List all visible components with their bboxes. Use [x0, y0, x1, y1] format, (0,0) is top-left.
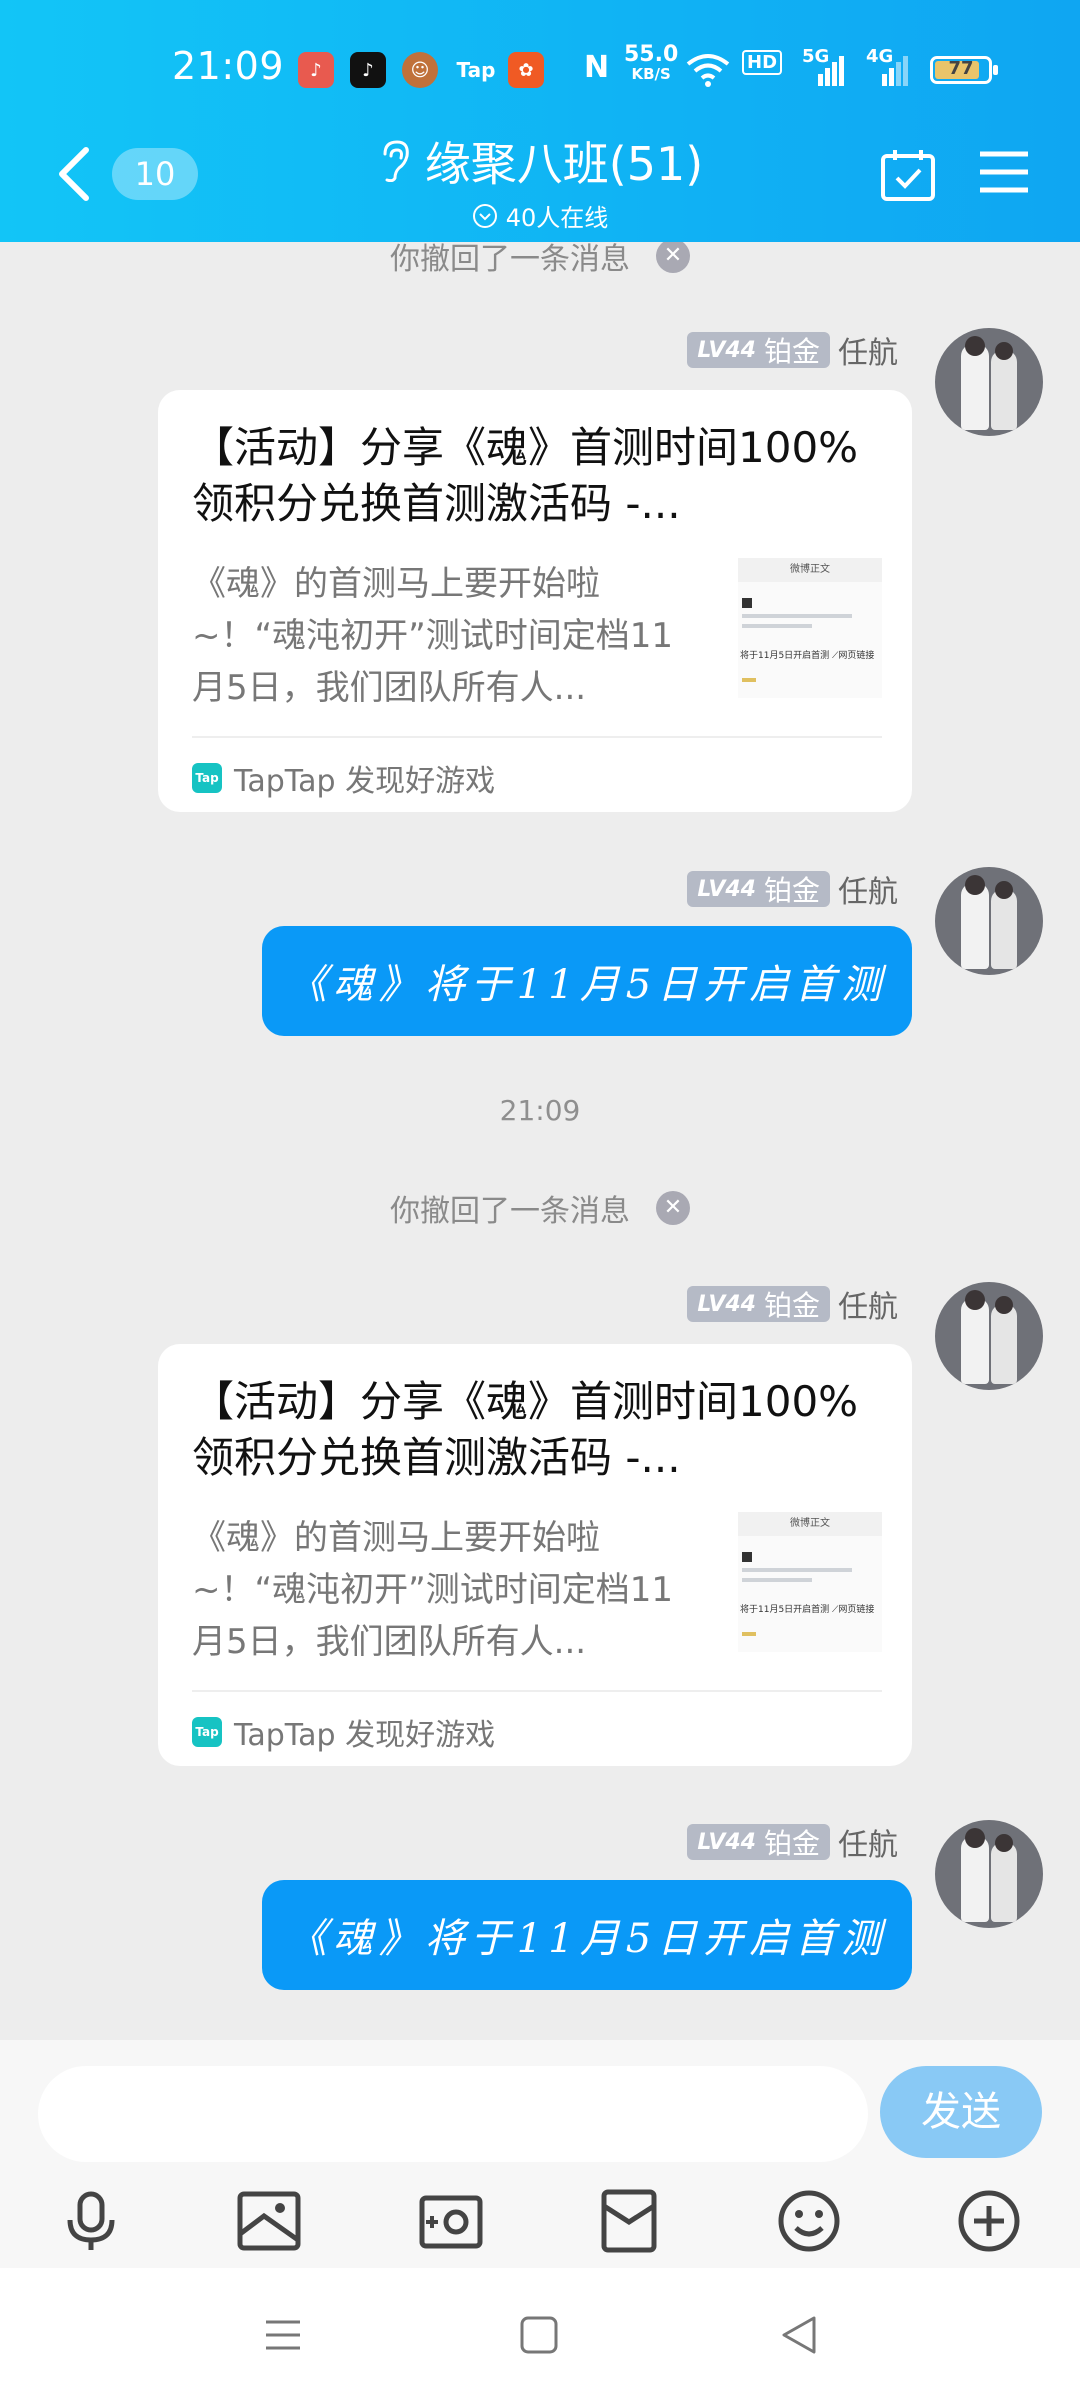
red-packet-icon[interactable]: [596, 2188, 662, 2254]
emoji-icon[interactable]: [776, 2188, 842, 2254]
status-bar: 21:09 ♪ ♪ ☺ Tap ✿ N 55.0 KB/S HD 5G 4G 7…: [0, 38, 1080, 108]
card-source: Tap TapTap 发现好游戏: [192, 756, 495, 800]
input-area: 发送: [0, 2040, 1080, 2268]
hd-icon: HD: [742, 50, 783, 75]
nfc-icon: N: [584, 50, 610, 85]
home-square-icon[interactable]: [518, 2314, 560, 2356]
avatar[interactable]: [935, 1820, 1043, 1928]
camera-icon[interactable]: [418, 2188, 484, 2254]
message-list[interactable]: 你撤回了一条消息 ✕ LV44 铂金 任航 【活动】分享《魂》首测时间100%领积…: [0, 242, 1080, 2040]
chat-header: 21:09 ♪ ♪ ☺ Tap ✿ N 55.0 KB/S HD 5G 4G 7…: [0, 0, 1080, 242]
taptap-logo-icon: Tap: [192, 1717, 222, 1747]
card-thumbnail: 微博正文 将于11月5日开启首测 ⟋网页链接: [738, 558, 882, 698]
taptap-icon: Tap: [456, 58, 496, 82]
battery-icon: 77: [930, 56, 998, 84]
music-app-icon: ♪: [298, 52, 334, 88]
send-button[interactable]: 发送: [880, 2066, 1042, 2158]
sender-name: 任航: [838, 336, 898, 371]
card-thumbnail: 微博正文 将于11月5日开启首测 ⟋网页链接: [738, 1512, 882, 1652]
ear-icon: [383, 140, 409, 182]
message-bubble[interactable]: 《魂》将于11月5日开启首测: [262, 1880, 912, 1990]
sender-name: 任航: [838, 875, 898, 910]
signal-4g-icon: [882, 56, 908, 86]
dismiss-icon[interactable]: ✕: [656, 242, 690, 273]
network-speed: 55.0 KB/S: [624, 42, 679, 83]
game-avatar-icon: ☺: [402, 52, 438, 88]
sender-info[interactable]: LV44 铂金 任航: [687, 328, 898, 372]
card-description: 《魂》的首测马上要开始啦~！“魂沌初开”测试时间定档11月5日，我们团队所有人.…: [192, 1518, 673, 1662]
chevron-circle-icon: [472, 203, 497, 228]
back-triangle-icon[interactable]: [778, 2314, 820, 2356]
recall-notice: 你撤回了一条消息 ✕: [0, 1186, 1080, 1230]
level-badge: LV44 铂金: [687, 1824, 830, 1860]
level-badge: LV44 铂金: [687, 871, 830, 907]
sender-info[interactable]: LV44 铂金 任航: [687, 867, 898, 911]
plus-icon[interactable]: [956, 2188, 1022, 2254]
card-title: 【活动】分享《魂》首测时间100%领积分兑换首测激活码 -...: [192, 423, 859, 528]
sender-name: 任航: [838, 1290, 898, 1325]
shared-link-card[interactable]: 【活动】分享《魂》首测时间100%领积分兑换首测激活码 -... 《魂》的首测马…: [158, 390, 912, 812]
recall-notice: 你撤回了一条消息 ✕: [0, 242, 1080, 278]
sender-info[interactable]: LV44 铂金 任航: [687, 1282, 898, 1326]
kuaishou-icon: ✿: [508, 52, 544, 88]
signal-5g-icon: [818, 56, 844, 86]
avatar[interactable]: [935, 328, 1043, 436]
timestamp: 21:09: [499, 1094, 581, 1127]
message-input[interactable]: [38, 2066, 868, 2162]
sender-name: 任航: [838, 1828, 898, 1863]
system-nav-bar: [0, 2268, 1080, 2400]
online-count: 40人在线: [0, 198, 1080, 233]
image-icon[interactable]: [236, 2188, 302, 2254]
microphone-icon[interactable]: [58, 2188, 124, 2254]
wifi-icon: [686, 54, 730, 87]
status-time: 21:09: [172, 44, 285, 88]
level-badge: LV44 铂金: [687, 332, 830, 368]
sender-info[interactable]: LV44 铂金 任航: [687, 1820, 898, 1864]
level-badge: LV44 铂金: [687, 1286, 830, 1322]
card-description: 《魂》的首测马上要开始啦~！“魂沌初开”测试时间定档11月5日，我们团队所有人.…: [192, 564, 673, 708]
avatar[interactable]: [935, 1282, 1043, 1390]
message-bubble[interactable]: 《魂》将于11月5日开启首测: [262, 926, 912, 1036]
calendar-check-icon[interactable]: [880, 148, 936, 202]
tiktok-icon: ♪: [350, 52, 386, 88]
card-source: Tap TapTap 发现好游戏: [192, 1710, 495, 1754]
dismiss-icon[interactable]: ✕: [656, 1191, 690, 1225]
chat-title: 缘聚八班(51): [424, 137, 704, 191]
menu-icon[interactable]: [978, 150, 1030, 194]
avatar[interactable]: [935, 867, 1043, 975]
card-title: 【活动】分享《魂》首测时间100%领积分兑换首测激活码 -...: [192, 1377, 859, 1482]
taptap-logo-icon: Tap: [192, 763, 222, 793]
shared-link-card[interactable]: 【活动】分享《魂》首测时间100%领积分兑换首测激活码 -... 《魂》的首测马…: [158, 1344, 912, 1766]
recents-menu-icon[interactable]: [262, 2314, 304, 2356]
